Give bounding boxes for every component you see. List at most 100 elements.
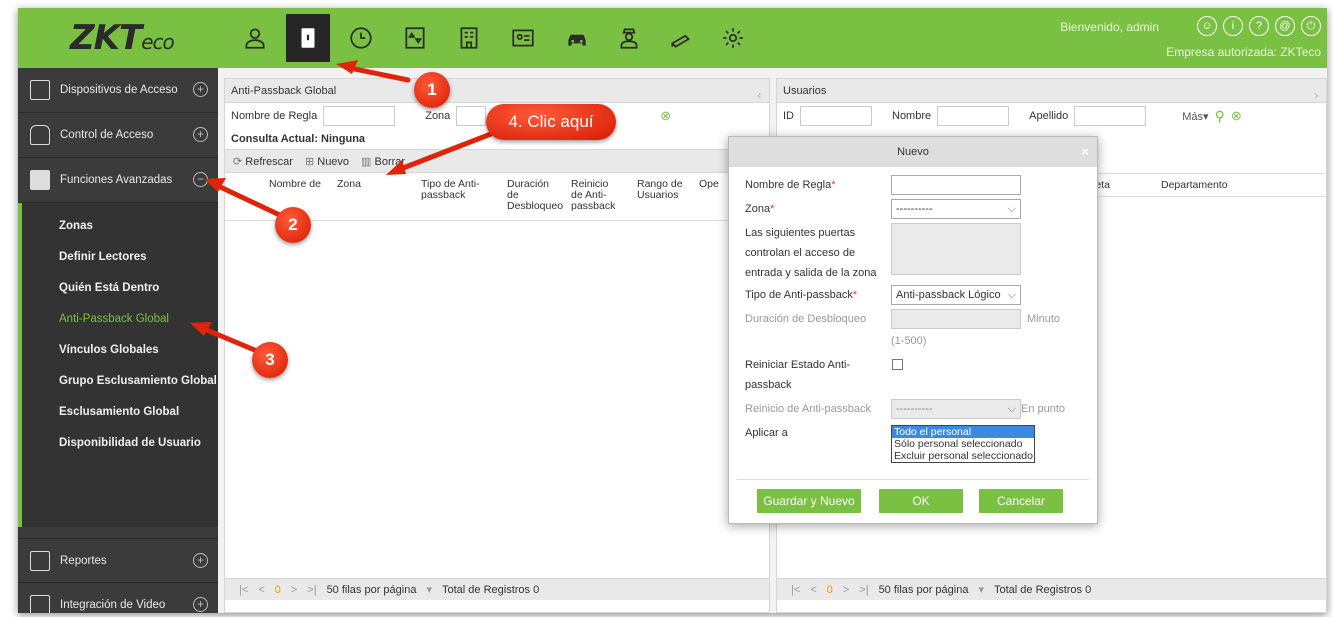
menu-advanced-functions[interactable]: Funciones Avanzadas − bbox=[18, 158, 218, 203]
zone-select[interactable]: ---------- ⌵ bbox=[891, 199, 1021, 219]
expand-icon[interactable]: + bbox=[193, 82, 208, 97]
rows-per-page-select[interactable]: 50 filas por página bbox=[879, 584, 969, 596]
unlock-duration-input[interactable] bbox=[891, 309, 1021, 329]
expand-icon[interactable]: + bbox=[193, 597, 208, 612]
personnel-module-icon[interactable] bbox=[236, 19, 274, 57]
pagination: |< < 0 > >| 50 filas por página ▾ Total … bbox=[777, 578, 1326, 600]
info-icon[interactable]: i bbox=[1223, 16, 1243, 36]
access-module-icon[interactable] bbox=[286, 14, 330, 62]
refresh-button[interactable]: ⟳ Refrescar bbox=[233, 155, 293, 168]
expand-icon[interactable]: + bbox=[193, 127, 208, 142]
chevron-down-icon[interactable]: ▾ bbox=[978, 583, 984, 596]
account-icon[interactable]: @ bbox=[1275, 16, 1295, 36]
option-all-personnel[interactable]: Todo el personal bbox=[892, 426, 1034, 438]
menu-reports[interactable]: Reportes + bbox=[18, 538, 218, 583]
col-user-range[interactable]: Rango de Usuarios bbox=[637, 179, 683, 201]
building-module-icon[interactable] bbox=[450, 19, 488, 57]
close-icon[interactable]: × bbox=[1081, 137, 1089, 167]
antipassback-panel: Anti-Passback Global ‹ Nombre de Regla Zo… bbox=[224, 78, 770, 613]
col-operations[interactable]: Ope bbox=[699, 179, 719, 190]
sidebar-item-user-availability[interactable]: Disponibilidad de Usuario bbox=[22, 428, 218, 459]
prev-page-button[interactable]: < bbox=[258, 584, 264, 596]
video-integration-icon bbox=[30, 595, 50, 613]
option-exclude-selected[interactable]: Excluir personal seleccionado bbox=[892, 450, 1034, 462]
col-apb-reset[interactable]: Reinicio de Anti- passback bbox=[571, 179, 621, 212]
sidebar-item-zones[interactable]: Zonas bbox=[22, 211, 218, 242]
sidebar-item-global-antipassback[interactable]: Anti-Passback Global bbox=[22, 304, 218, 335]
rule-name-filter-input[interactable] bbox=[323, 106, 396, 126]
clear-filter-icon[interactable]: ⊗ bbox=[1231, 108, 1242, 124]
cancel-button[interactable]: Cancelar bbox=[979, 489, 1063, 513]
collapse-icon[interactable]: − bbox=[193, 172, 208, 187]
ok-button[interactable]: OK bbox=[879, 489, 963, 513]
patrol-module-icon[interactable] bbox=[610, 19, 648, 57]
dialog-header: Nuevo × bbox=[729, 137, 1097, 167]
save-and-new-button[interactable]: Guardar y Nuevo bbox=[757, 489, 861, 513]
visitor-module-icon[interactable] bbox=[504, 19, 542, 57]
report-icon bbox=[30, 550, 50, 571]
power-icon[interactable]: ⏻ bbox=[1301, 16, 1321, 36]
elevator-module-icon[interactable] bbox=[396, 19, 434, 57]
header-actions: ☺ i ? @ ⏻ bbox=[1197, 16, 1321, 36]
col-department[interactable]: Departamento bbox=[1161, 180, 1228, 191]
help-icon[interactable]: ? bbox=[1249, 16, 1269, 36]
sidebar-item-global-linkage[interactable]: Vínculos Globales bbox=[22, 335, 218, 366]
first-page-button[interactable]: |< bbox=[791, 584, 800, 596]
next-page-button[interactable]: > bbox=[291, 584, 297, 596]
app-window: ZKTeco Bienvenido, admin ☺ i ? @ ⏻ Empre… bbox=[18, 8, 1327, 613]
time-module-icon[interactable] bbox=[342, 19, 380, 57]
panel-title: Anti-Passback Global ‹ bbox=[225, 79, 769, 103]
collapse-arrow-icon[interactable]: ‹ bbox=[757, 84, 761, 108]
filter-bar: ID Nombre Apellido Más▾ ⚲ ⊗ bbox=[777, 103, 1326, 129]
delete-button[interactable]: ▥ Borrar bbox=[361, 155, 405, 168]
search-icon[interactable]: ⚲ bbox=[1215, 108, 1225, 125]
user-icon[interactable]: ☺ bbox=[1197, 16, 1217, 36]
zone-filter-input[interactable] bbox=[456, 106, 487, 126]
step-badge-2: 2 bbox=[275, 207, 311, 243]
sidebar-item-define-readers[interactable]: Definir Lectores bbox=[22, 242, 218, 273]
reset-apb-checkbox[interactable] bbox=[892, 359, 903, 370]
rule-name-input[interactable] bbox=[891, 175, 1021, 195]
system-module-icon[interactable] bbox=[714, 19, 752, 57]
apply-to-dropdown[interactable]: Todo el personal Sólo personal seleccion… bbox=[891, 425, 1035, 463]
sidebar-item-global-interlock[interactable]: Esclusamiento Global bbox=[22, 397, 218, 428]
rows-per-page-select[interactable]: 50 filas por página bbox=[327, 584, 417, 596]
menu-access-control[interactable]: Control de Acceso + bbox=[18, 113, 218, 158]
video-module-icon[interactable] bbox=[662, 19, 700, 57]
chevron-down-icon: ⌵ bbox=[1007, 403, 1016, 415]
parking-module-icon[interactable] bbox=[558, 19, 596, 57]
col-apb-type[interactable]: Tipo de Anti- passback bbox=[421, 179, 481, 201]
new-button[interactable]: ⊞ Nuevo bbox=[305, 155, 349, 168]
chevron-down-icon[interactable]: ▾ bbox=[426, 583, 432, 596]
col-rule-name[interactable]: Nombre de bbox=[269, 179, 321, 190]
apb-type-select[interactable]: Anti-passback Lógico ⌵ bbox=[891, 285, 1021, 305]
first-page-button[interactable]: |< bbox=[239, 584, 248, 596]
new-rule-dialog: Nuevo × Nombre de Regla* Zona* ----------… bbox=[728, 136, 1098, 524]
sidebar-item-who-inside[interactable]: Quién Está Dentro bbox=[22, 273, 218, 304]
id-filter-input[interactable] bbox=[800, 106, 872, 126]
sidebar-item-interlock-group[interactable]: Grupo Esclusamiento Global bbox=[22, 366, 218, 397]
col-unlock-duration[interactable]: Duración de Desbloqueo bbox=[507, 179, 563, 212]
prev-page-button[interactable]: < bbox=[810, 584, 816, 596]
step-badge-1: 1 bbox=[414, 72, 450, 108]
refresh-icon: ⟳ bbox=[233, 155, 243, 168]
reset-time-select[interactable]: ---------- ⌵ bbox=[891, 399, 1021, 419]
next-page-button[interactable]: > bbox=[843, 584, 849, 596]
more-filters-button[interactable]: Más▾ bbox=[1182, 110, 1208, 123]
chevron-down-icon: ⌵ bbox=[1007, 289, 1016, 301]
col-zone[interactable]: Zona bbox=[337, 179, 361, 190]
expand-arrow-icon[interactable]: › bbox=[1314, 84, 1318, 108]
doors-list bbox=[891, 223, 1021, 275]
last-page-button[interactable]: >| bbox=[859, 584, 868, 596]
menu-access-devices[interactable]: Dispositivos de Acceso + bbox=[18, 68, 218, 113]
clear-filter-icon[interactable]: ⊗ bbox=[660, 108, 671, 124]
name-filter-input[interactable] bbox=[937, 106, 1010, 126]
expand-icon[interactable]: + bbox=[193, 553, 208, 568]
lastname-filter-input[interactable] bbox=[1074, 106, 1147, 126]
option-selected-only[interactable]: Sólo personal seleccionado bbox=[892, 438, 1034, 450]
menu-video-integration[interactable]: Integración de Video + bbox=[18, 583, 218, 613]
company-text: Empresa autorizada: ZKTeco bbox=[1166, 45, 1321, 59]
pagination: |< < 0 > >| 50 filas por página ▾ Total … bbox=[225, 578, 769, 600]
last-page-button[interactable]: >| bbox=[307, 584, 316, 596]
device-icon bbox=[30, 80, 50, 100]
